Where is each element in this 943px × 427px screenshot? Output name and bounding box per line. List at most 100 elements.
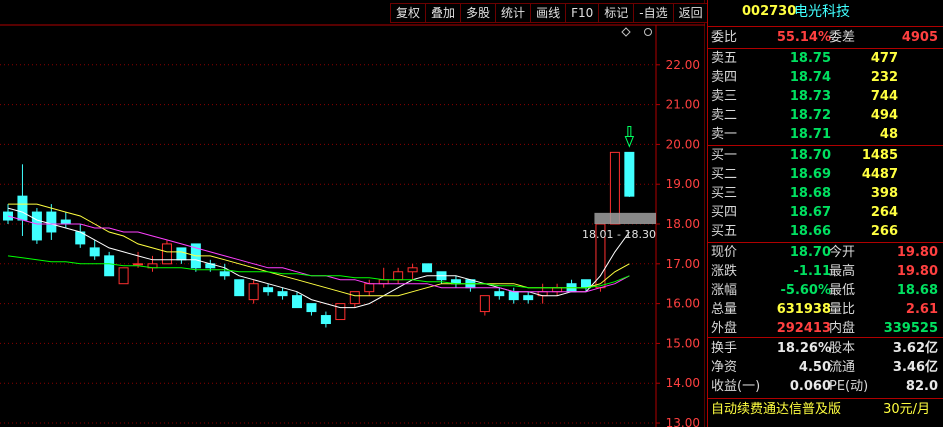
fundamentals-row-value-2: 3.62亿 xyxy=(892,341,938,356)
circle-icon xyxy=(644,28,652,36)
fundamentals-row-label-2: 股本 xyxy=(829,341,856,356)
quote-row-label: 涨幅 xyxy=(711,283,738,298)
sell-order-row-label: 卖二 xyxy=(711,108,738,123)
stock-code: 002730 xyxy=(742,4,797,19)
fundamentals-row-label: 收益(一) xyxy=(711,379,761,394)
quote-row-label: 现价 xyxy=(711,245,738,260)
fundamentals-row-label: 净资 xyxy=(711,360,738,375)
quote-row-value: 631938 xyxy=(776,302,831,317)
sell-order-row-value-2: 48 xyxy=(879,127,898,142)
toolbar-button-4[interactable]: 画线 xyxy=(530,3,567,23)
quote-row-label-2: 量比 xyxy=(829,302,856,317)
candle-body xyxy=(335,303,346,321)
toolbar-button-0[interactable]: 复权 xyxy=(390,3,427,23)
fundamentals-row-label: 换手 xyxy=(711,341,738,356)
candle-body xyxy=(89,247,100,257)
candle-body xyxy=(407,267,418,273)
candle-body xyxy=(364,283,375,293)
buy-order-row-label: 买二 xyxy=(711,167,738,182)
quote-row-label-2: 最低 xyxy=(829,283,856,298)
quote-row-label-2: 最高 xyxy=(829,264,856,279)
candle-body xyxy=(133,263,144,266)
ad-banner[interactable]: 自动续费通达信普及版 30元/月 xyxy=(708,401,943,419)
commission-row: 委比 55.14% 委差 4905 xyxy=(708,29,943,47)
buy-order-row-value: 18.66 xyxy=(789,224,831,239)
sell-order-row: 卖五 18.75 477 xyxy=(708,50,943,68)
toolbar-button-3[interactable]: 统计 xyxy=(495,3,532,23)
toolbar-button-2[interactable]: 多股 xyxy=(460,3,497,23)
sell-order-row-value-2: 494 xyxy=(870,108,898,123)
buy-order-row-value-2: 4487 xyxy=(861,167,898,182)
buy-order-row: 买三 18.68 398 xyxy=(708,185,943,203)
candle-body xyxy=(118,267,129,285)
sell-order-row-label: 卖四 xyxy=(711,70,738,85)
buy-order-row-value-2: 398 xyxy=(870,186,898,201)
quote-row: 外盘 292413 内盘 339525 xyxy=(708,320,943,338)
candle-body xyxy=(219,271,230,277)
sell-order-row-value: 18.74 xyxy=(789,70,831,85)
price-range-label: 18.01 - 18.30 xyxy=(582,228,656,241)
fundamentals-row-label-2: PE(动) xyxy=(829,379,869,394)
quote-row-label: 总量 xyxy=(711,302,738,317)
candle-body xyxy=(508,291,519,301)
sell-order-row-value: 18.72 xyxy=(789,108,831,123)
quote-row: 总量 631938 量比 2.61 xyxy=(708,301,943,319)
commission-ratio-value: 55.14% xyxy=(776,30,831,45)
quote-row-value: -1.11 xyxy=(793,264,831,279)
price-tick-label: 20.00 xyxy=(666,137,700,151)
sell-order-row: 卖三 18.73 744 xyxy=(708,88,943,106)
candle-body xyxy=(292,295,302,309)
sell-order-row-value-2: 477 xyxy=(870,51,898,66)
fundamentals-row-value: 4.50 xyxy=(798,360,831,375)
buy-order-row: 买五 18.66 266 xyxy=(708,223,943,241)
candle-body xyxy=(523,295,534,301)
candle-body xyxy=(422,263,433,273)
toolbar-button-1[interactable]: 叠加 xyxy=(425,3,462,23)
buy-order-row: 买二 18.69 4487 xyxy=(708,166,943,184)
moving-average-ma5 xyxy=(7,207,630,309)
divider xyxy=(708,242,943,243)
price-tick-label: 15.00 xyxy=(666,336,700,350)
sell-order-row-label: 卖一 xyxy=(711,127,738,142)
quote-row-label: 涨跌 xyxy=(711,264,738,279)
buy-order-row-label: 买五 xyxy=(711,224,738,239)
sell-order-row-label: 卖三 xyxy=(711,89,738,104)
quote-row-value-2: 18.68 xyxy=(896,283,938,298)
quote-row-label-2: 今开 xyxy=(829,245,856,260)
sell-order-row-value: 18.75 xyxy=(789,51,831,66)
quote-row-value: -5.60% xyxy=(780,283,832,298)
buy-order-row-value: 18.67 xyxy=(789,205,831,220)
toolbar-button-8[interactable]: 返回 xyxy=(672,3,709,23)
diamond-icon xyxy=(621,27,631,37)
kline-chart[interactable]: 22.00 21.00 20.00 19.00 18.00 17.00 16.00 15.00… xyxy=(0,0,705,427)
toolbar-button-5[interactable]: F10 xyxy=(565,3,600,23)
quote-row-label: 外盘 xyxy=(711,321,738,336)
quote-row: 现价 18.70 今开 19.80 xyxy=(708,244,943,262)
kline-chart-area[interactable]: 22.00 21.00 20.00 19.00 18.00 17.00 16.00 15.00… xyxy=(0,0,709,427)
price-tick-label: 13.00 xyxy=(666,416,700,427)
quote-row-value-2: 339525 xyxy=(883,321,938,336)
toolbar-button-6[interactable]: 标记 xyxy=(598,3,635,23)
candle-body xyxy=(176,247,187,261)
moving-average-ma10 xyxy=(8,203,630,297)
down-arrow-icon xyxy=(624,125,635,148)
divider xyxy=(708,398,943,399)
ad-banner-text: 自动续费通达信普及版 xyxy=(711,402,842,417)
sell-order-row: 卖一 18.71 48 xyxy=(708,126,943,144)
candle-body xyxy=(104,255,115,277)
toolbar-button-7[interactable]: -自选 xyxy=(633,3,674,23)
fundamentals-row: 换手 18.26% 股本 3.62亿 xyxy=(708,340,943,358)
buy-order-row-label: 买一 xyxy=(711,148,738,163)
fundamentals-row: 收益(一) 0.060 PE(动) 82.0 xyxy=(708,378,943,396)
price-tick-label: 16.00 xyxy=(666,297,700,311)
buy-order-row-value: 18.70 xyxy=(789,148,831,163)
price-tick-label: 14.00 xyxy=(666,376,700,390)
sell-order-row: 卖四 18.74 232 xyxy=(708,69,943,87)
quote-row-value: 18.70 xyxy=(789,245,831,260)
sell-order-row-value-2: 232 xyxy=(870,70,898,85)
buy-order-row-label: 买三 xyxy=(711,186,738,201)
ad-banner-price: 30元/月 xyxy=(883,402,930,417)
candle-body xyxy=(494,291,505,297)
fundamentals-row-value-2: 3.46亿 xyxy=(892,360,938,375)
candle-body xyxy=(552,287,563,293)
